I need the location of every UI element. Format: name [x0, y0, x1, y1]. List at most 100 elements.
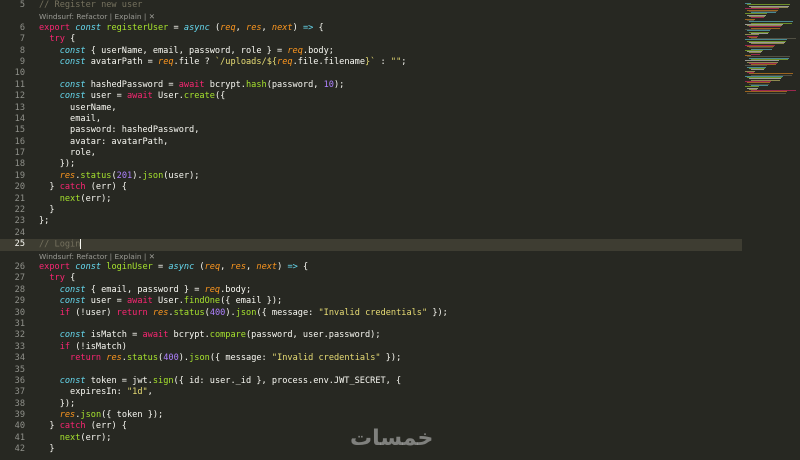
code-line[interactable]: 32 const isMatch = await bcrypt.compare(…: [0, 330, 742, 341]
code-token: { email, password } =: [90, 284, 205, 295]
code-token: .body;: [220, 284, 252, 295]
code-token: (password, user.password);: [245, 330, 381, 341]
code-line[interactable]: 27 try {: [0, 273, 742, 284]
code-line[interactable]: 38 });: [0, 399, 742, 410]
code-token: { userName, email, password, role } =: [90, 45, 288, 56]
code-line[interactable]: 19 res.status(201).json(user);: [0, 171, 742, 182]
line-number: 40: [14, 421, 25, 432]
code-line[interactable]: 15 password: hashedPassword,: [0, 125, 742, 136]
code-token: async: [183, 22, 215, 33]
line-number: 25: [14, 239, 25, 250]
codelens-close-icon[interactable]: ✕: [149, 252, 155, 261]
code-token: create: [183, 91, 215, 102]
code-token: req: [158, 56, 174, 67]
code-text: }: [39, 444, 54, 455]
code-token: res: [246, 22, 262, 33]
code-line[interactable]: 22 }: [0, 205, 742, 216]
code-token: sign: [152, 375, 174, 386]
code-token: // Register new user: [39, 0, 143, 10]
code-token: req: [277, 56, 293, 67]
code-token: status: [126, 353, 159, 364]
code-line[interactable]: 33 if (!isMatch): [0, 342, 742, 353]
code-line[interactable]: 21 next(err);: [0, 194, 742, 205]
code-line[interactable]: 20 } catch (err) {: [0, 182, 742, 193]
codelens-text[interactable]: Windsurf: Refactor | Explain | ✕: [39, 251, 155, 262]
code-text: const hashedPassword = await bcrypt.hash…: [39, 80, 345, 91]
code-token: const: [59, 375, 91, 386]
code-line[interactable]: 28 const { email, password } = req.body;: [0, 285, 742, 296]
code-line[interactable]: 25 // Login: [0, 239, 742, 251]
code-line[interactable]: 5 // Register new user: [0, 0, 742, 11]
code-line[interactable]: 11 const hashedPassword = await bcrypt.h…: [0, 80, 742, 91]
code-token: const: [59, 91, 91, 102]
line-number: 27: [14, 273, 25, 284]
line-number: 41: [14, 432, 25, 443]
code-token: export: [39, 261, 76, 272]
code-line[interactable]: 35: [0, 365, 742, 376]
code-token: `/uploads/${: [214, 56, 278, 67]
code-editor[interactable]: 5// Register new user Windsurf: Refactor …: [0, 0, 800, 460]
code-token: (err);: [80, 432, 112, 443]
code-token: {: [318, 22, 324, 33]
code-text: const { email, password } = req.body;: [39, 285, 251, 296]
code-token: ,: [147, 387, 153, 398]
code-text: return res.status(400).json({ message: "…: [39, 353, 401, 364]
code-text: next(err);: [39, 432, 112, 444]
code-token: }: [39, 205, 55, 216]
code-line[interactable]: 7 try {: [0, 34, 742, 45]
minimap-line: [751, 53, 760, 55]
code-line[interactable]: 30 if (!user) return res.status(400).jso…: [0, 308, 742, 319]
code-token: "Invalid credentials": [318, 307, 428, 318]
code-line[interactable]: 12 const user = await User.create({: [0, 91, 742, 102]
code-line[interactable]: 29 const user = await User.findOne({ ema…: [0, 296, 742, 307]
code-line[interactable]: 6 export const registerUser = async (req,…: [0, 23, 742, 34]
code-text: } catch (err) {: [39, 182, 127, 193]
code-token: json: [235, 307, 257, 318]
code-token: res: [152, 307, 169, 318]
code-token: json: [80, 410, 102, 421]
code-line[interactable]: 10: [0, 68, 742, 79]
code-text: password: hashedPassword,: [39, 125, 199, 136]
code-token: (err);: [80, 193, 112, 204]
code-text: const user = await User.findOne({ email …: [39, 296, 283, 307]
code-line[interactable]: 36 const token = jwt.sign({ id: user._id…: [0, 376, 742, 387]
line-number: 39: [14, 410, 25, 421]
code-token: const: [59, 45, 91, 56]
codelens-text[interactable]: Windsurf: Refactor | Explain | ✕: [39, 11, 155, 22]
code-line[interactable]: 23};: [0, 216, 742, 227]
minimap-line: [747, 92, 786, 94]
code-line[interactable]: 24: [0, 228, 742, 239]
codelens-actions[interactable]: Windsurf: Refactor | Explain | ✕: [0, 251, 742, 262]
line-number: 28: [14, 284, 25, 295]
code-line[interactable]: 8 const { userName, email, password, rol…: [0, 46, 742, 57]
code-line[interactable]: 37 expiresIn: "1d",: [0, 387, 742, 398]
line-number: 26: [14, 261, 25, 272]
code-token: status: [173, 307, 205, 318]
code-line[interactable]: 14 email,: [0, 114, 742, 125]
code-area[interactable]: 5// Register new user Windsurf: Refactor …: [0, 0, 742, 460]
code-line[interactable]: 13 userName,: [0, 103, 742, 114]
code-line[interactable]: 18 });: [0, 159, 742, 170]
code-line[interactable]: 31: [0, 319, 742, 330]
code-token: async: [168, 261, 200, 272]
code-token: user =: [90, 296, 127, 307]
minimap[interactable]: [742, 0, 800, 460]
code-line[interactable]: 9 const avatarPath = req.file ? `/upload…: [0, 57, 742, 68]
code-line[interactable]: 17 role,: [0, 148, 742, 159]
code-line[interactable]: 26 export const loginUser = async (req, r…: [0, 262, 742, 273]
code-token: req: [204, 284, 221, 295]
code-line[interactable]: 39 res.json({ token });: [0, 410, 742, 421]
code-line[interactable]: 34 return res.status(400).json({ message…: [0, 353, 742, 364]
codelens-actions[interactable]: Windsurf: Refactor | Explain | ✕: [0, 11, 742, 22]
code-text: email,: [39, 114, 101, 125]
code-token: req: [204, 261, 221, 272]
code-token: await: [126, 91, 159, 102]
code-line[interactable]: 16 avatar: avatarPath,: [0, 137, 742, 148]
codelens-close-icon[interactable]: ✕: [149, 12, 155, 21]
code-text: userName,: [39, 103, 117, 114]
